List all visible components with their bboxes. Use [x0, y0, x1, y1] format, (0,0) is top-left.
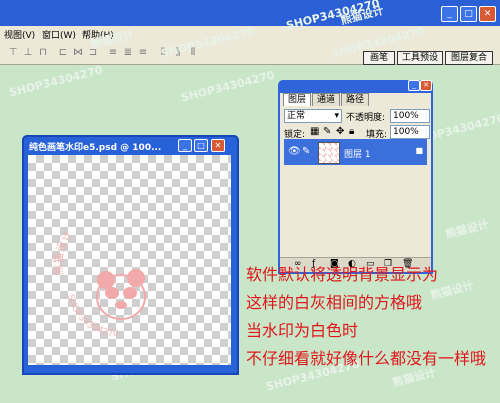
align-bottom-icon[interactable]: ⊓ [36, 47, 50, 59]
lock-transparency-icon[interactable]: ▦ [310, 126, 319, 137]
fill-value: 100% [393, 127, 419, 137]
lock-position-icon[interactable]: ✥ [336, 126, 344, 137]
document-window: 纯色画笔水印e5.psd @ 100... _ □ ✕ 熊猫设计 SHOP343… [22, 135, 239, 375]
layer-thumbnail [318, 142, 340, 164]
doc-close-button[interactable]: ✕ [211, 139, 225, 152]
fill-field[interactable]: 100% [390, 125, 430, 139]
maximize-button[interactable]: □ [460, 6, 477, 22]
panel-close-button[interactable]: ✕ [420, 80, 432, 91]
panel-minimize-button[interactable]: _ [408, 80, 420, 91]
app-title-bar: _ □ ✕ [0, 0, 500, 27]
palette-brushes[interactable]: 画笔 [363, 51, 395, 65]
palette-tool-presets[interactable]: 工具预设 [397, 51, 443, 65]
tab-layers[interactable]: 图层 [283, 93, 312, 106]
lock-all-icon[interactable]: 🔒︎ [349, 126, 354, 137]
blend-mode-value: 正常 [287, 111, 306, 121]
layer-row[interactable]: 👁︎ ✎ 图层 1 ■ [284, 139, 427, 165]
align-center-icon[interactable]: ⋈ [71, 47, 85, 59]
align-left-icon[interactable]: ⊏ [56, 47, 70, 59]
annotation-line-2: 这样的白灰相间的方格哦 [246, 293, 423, 312]
palette-layer-comps[interactable]: 图层复合 [445, 51, 493, 65]
doc-minimize-button[interactable]: _ [178, 139, 192, 152]
annotation-line-4: 不仔细看就好像什么都没有一样哦 [246, 349, 487, 368]
watermark-stamp: 熊猫设计 SHOP34304270 [51, 228, 146, 339]
menu-window[interactable]: 窗口(W) [42, 28, 76, 41]
document-title[interactable]: 纯色画笔水印e5.psd @ 100... [29, 140, 161, 153]
distribute-top-icon[interactable]: ≡ [106, 47, 120, 59]
layer-lock-icon: ■ [415, 146, 423, 155]
doc-maximize-button[interactable]: □ [194, 139, 208, 152]
svg-text:熊猫设计: 熊猫设计 [51, 228, 75, 276]
opacity-field[interactable]: 100% [390, 109, 430, 123]
blend-mode-select[interactable]: 正常 ▾ [284, 109, 342, 123]
layers-panel: _ ✕ 图层 通道 路径 正常 ▾ 不透明度: 100% 锁定: ▦ ✎ ✥ 🔒… [278, 80, 433, 274]
menu-view[interactable]: 视图(V) [4, 28, 35, 41]
opacity-value: 100% [393, 111, 419, 121]
stamp-top-text: 熊猫设计 [51, 228, 75, 276]
distribute-middle-icon[interactable]: ≣ [121, 47, 135, 59]
tab-paths[interactable]: 路径 [341, 93, 370, 106]
brush-icon: ✎ [302, 146, 311, 157]
chevron-down-icon: ▾ [334, 111, 339, 121]
align-middle-icon[interactable]: ⊥ [21, 47, 35, 59]
panda-icon [96, 269, 146, 320]
lock-image-icon[interactable]: ✎ [323, 126, 331, 137]
annotation-line-1: 软件默认将透明背景显示为 [246, 265, 439, 284]
align-top-icon[interactable]: ⊤ [6, 47, 20, 59]
minimize-button[interactable]: _ [441, 6, 458, 22]
close-button[interactable]: ✕ [479, 6, 496, 22]
opacity-label: 不透明度: [346, 113, 386, 123]
transparent-canvas[interactable]: 熊猫设计 SHOP34304270 [28, 155, 231, 365]
annotation-line-3: 当水印为白色时 [246, 321, 359, 340]
layer-name[interactable]: 图层 1 [344, 147, 371, 160]
tab-channels[interactable]: 通道 [312, 93, 341, 106]
distribute-bottom-icon[interactable]: ≡ [136, 47, 150, 59]
visibility-eye-icon[interactable]: 👁︎ [288, 146, 301, 157]
